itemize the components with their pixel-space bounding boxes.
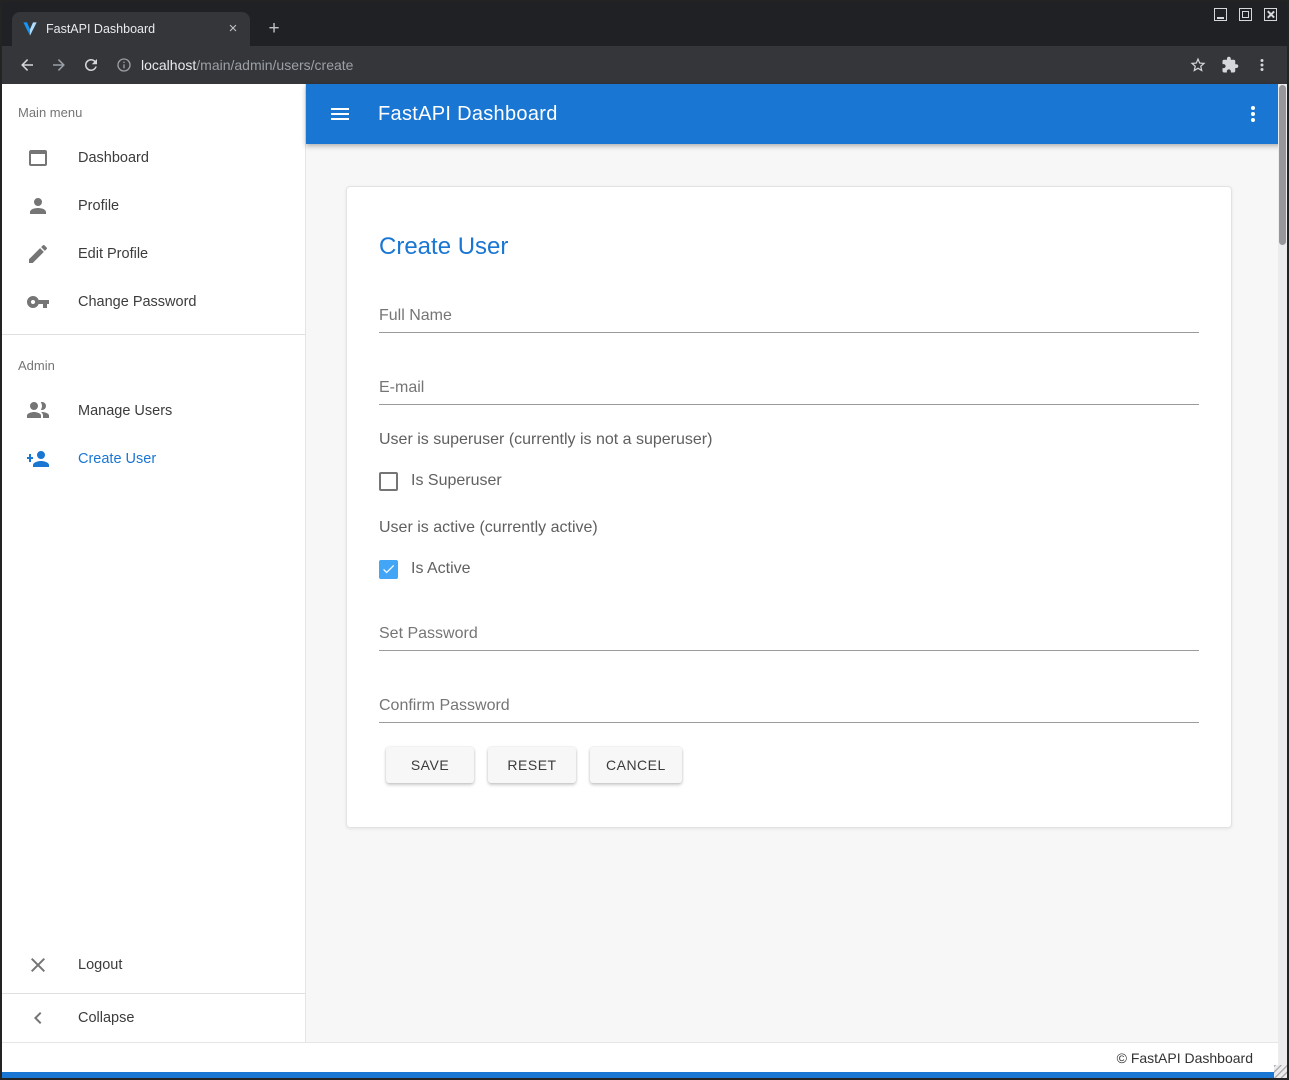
app-body: Main menu Dashboard Profile Edit Profile xyxy=(2,84,1287,1042)
browser-tab-strip: FastAPI Dashboard × + xyxy=(2,2,1287,46)
set-password-input[interactable]: Set Password xyxy=(379,625,1199,651)
is-active-row: Is Active xyxy=(379,557,1199,581)
reload-icon[interactable] xyxy=(76,51,106,79)
extensions-icon[interactable] xyxy=(1215,51,1245,79)
scrollbar-track[interactable] xyxy=(1278,84,1287,1078)
dashboard-icon xyxy=(26,146,50,170)
close-icon xyxy=(26,953,50,977)
browser-tab[interactable]: FastAPI Dashboard × xyxy=(12,12,250,46)
active-hint: User is active (currently active) xyxy=(379,519,1199,537)
url-path: /main/admin/users/create xyxy=(196,57,353,73)
sidebar-item-label: Collapse xyxy=(78,1010,134,1026)
key-icon xyxy=(26,290,50,314)
site-info-icon[interactable] xyxy=(116,57,132,73)
is-active-label[interactable]: Is Active xyxy=(411,560,471,578)
app-title: FastAPI Dashboard xyxy=(378,103,558,126)
confirm-password-label: Confirm Password xyxy=(379,697,1199,716)
sidebar-item-label: Edit Profile xyxy=(78,246,148,262)
reset-button[interactable]: RESET xyxy=(488,747,576,783)
app-bar: FastAPI Dashboard xyxy=(306,84,1287,144)
input-underline xyxy=(379,650,1199,651)
hamburger-menu-icon[interactable] xyxy=(328,102,352,126)
cancel-button[interactable]: CANCEL xyxy=(590,747,682,783)
is-superuser-checkbox[interactable] xyxy=(379,472,398,491)
bookmark-star-icon[interactable] xyxy=(1183,51,1213,79)
sidebar-item-profile[interactable]: Profile xyxy=(2,182,305,230)
vuetify-favicon-icon xyxy=(22,21,38,37)
chevron-left-icon xyxy=(26,1006,50,1030)
sidebar-item-label: Profile xyxy=(78,198,119,214)
create-user-card: Create User Full Name E-mail User is sup… xyxy=(346,186,1232,828)
sidebar: Main menu Dashboard Profile Edit Profile xyxy=(2,84,306,1042)
email-input[interactable]: E-mail xyxy=(379,379,1199,405)
window-maximize-button[interactable] xyxy=(1239,8,1252,21)
scrollbar-thumb[interactable] xyxy=(1279,85,1286,245)
sidebar-item-label: Change Password xyxy=(78,294,197,310)
resize-grip[interactable] xyxy=(1274,1065,1287,1078)
browser-menu-kebab-icon[interactable] xyxy=(1247,51,1277,79)
back-icon[interactable] xyxy=(12,51,42,79)
new-tab-button[interactable]: + xyxy=(262,19,286,38)
sidebar-divider xyxy=(2,334,305,335)
full-name-input[interactable]: Full Name xyxy=(379,307,1199,333)
sidebar-item-label: Create User xyxy=(78,451,156,467)
page-content: Create User Full Name E-mail User is sup… xyxy=(306,144,1287,1042)
tab-close-icon[interactable]: × xyxy=(224,20,242,38)
sidebar-item-collapse[interactable]: Collapse xyxy=(2,994,305,1042)
sidebar-item-edit-profile[interactable]: Edit Profile xyxy=(2,230,305,278)
sidebar-section-header: Main menu xyxy=(2,90,305,134)
footer: © FastAPI Dashboard xyxy=(2,1042,1287,1072)
sidebar-item-logout[interactable]: Logout xyxy=(2,941,305,989)
people-icon xyxy=(26,399,50,423)
sidebar-item-label: Logout xyxy=(78,957,122,973)
url-text: localhost/main/admin/users/create xyxy=(141,57,353,73)
person-add-icon xyxy=(26,447,50,471)
person-icon xyxy=(26,194,50,218)
window-minimize-button[interactable] xyxy=(1214,8,1227,21)
save-button[interactable]: SAVE xyxy=(386,747,474,783)
sidebar-item-change-password[interactable]: Change Password xyxy=(2,278,305,326)
input-underline xyxy=(379,722,1199,723)
browser-window: FastAPI Dashboard × + localhost/main/adm… xyxy=(0,0,1289,1080)
appbar-kebab-icon[interactable] xyxy=(1241,102,1265,126)
sidebar-spacer xyxy=(2,483,305,941)
window-close-button[interactable] xyxy=(1264,8,1277,21)
confirm-password-input[interactable]: Confirm Password xyxy=(379,697,1199,723)
footer-accent-bar xyxy=(2,1072,1287,1080)
browser-toolbar: localhost/main/admin/users/create xyxy=(2,46,1287,84)
sidebar-section-header: Admin xyxy=(2,343,305,387)
is-superuser-label[interactable]: Is Superuser xyxy=(411,472,502,490)
url-host: localhost xyxy=(141,57,196,73)
form-actions: SAVE RESET CANCEL xyxy=(379,747,1199,783)
input-underline xyxy=(379,404,1199,405)
forward-icon[interactable] xyxy=(44,51,74,79)
set-password-label: Set Password xyxy=(379,625,1199,644)
email-label: E-mail xyxy=(379,379,1199,398)
footer-copyright: © FastAPI Dashboard xyxy=(1117,1050,1253,1066)
sidebar-item-label: Dashboard xyxy=(78,150,149,166)
superuser-hint: User is superuser (currently is not a su… xyxy=(379,431,1199,449)
window-controls xyxy=(1214,8,1277,21)
input-underline xyxy=(379,332,1199,333)
is-active-checkbox[interactable] xyxy=(379,560,398,579)
sidebar-item-label: Manage Users xyxy=(78,403,172,419)
sidebar-item-manage-users[interactable]: Manage Users xyxy=(2,387,305,435)
sidebar-item-dashboard[interactable]: Dashboard xyxy=(2,134,305,182)
is-superuser-row: Is Superuser xyxy=(379,469,1199,493)
main-area: FastAPI Dashboard Create User Full Name … xyxy=(306,84,1287,1042)
tab-title: FastAPI Dashboard xyxy=(46,22,216,36)
page-title: Create User xyxy=(379,233,1199,261)
address-bar[interactable]: localhost/main/admin/users/create xyxy=(108,57,1181,73)
pencil-icon xyxy=(26,242,50,266)
sidebar-item-create-user[interactable]: Create User xyxy=(2,435,305,483)
full-name-label: Full Name xyxy=(379,307,1199,326)
